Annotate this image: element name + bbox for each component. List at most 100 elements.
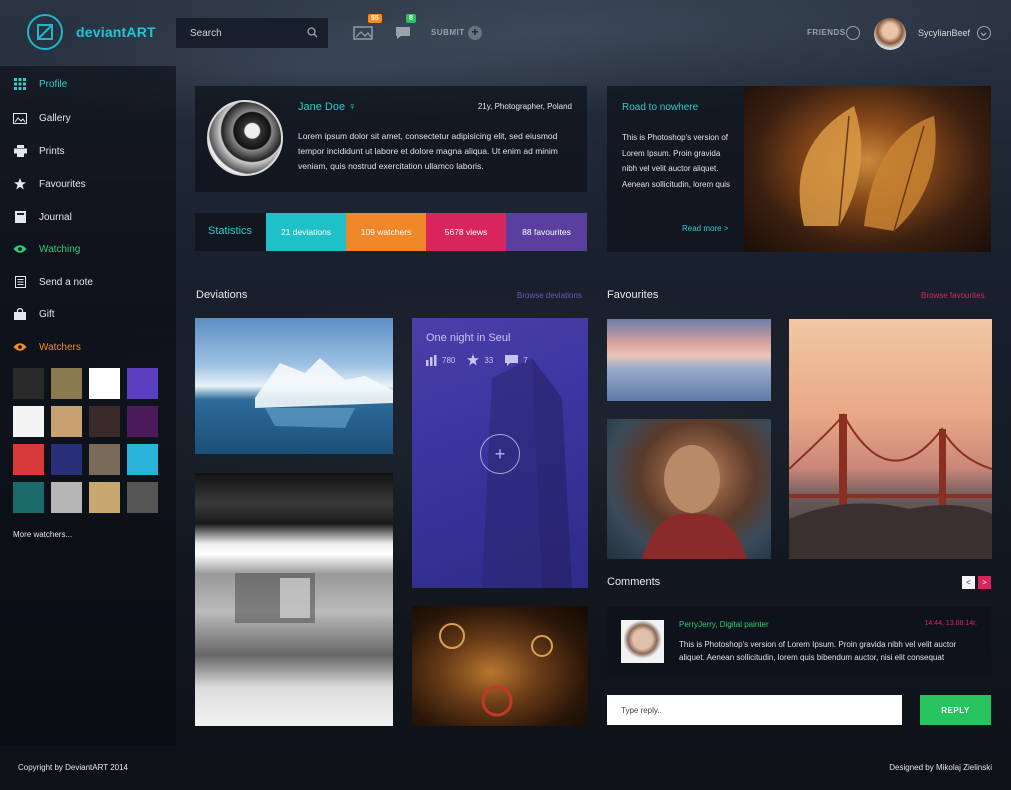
sunset-sea-image[interactable] [607, 319, 771, 401]
image-icon [13, 111, 27, 125]
sidebar-item-label: Favourites [39, 178, 86, 190]
book-icon [13, 210, 27, 224]
golden-gate-image[interactable] [789, 319, 992, 559]
user-avatar[interactable] [874, 18, 906, 50]
watcher-avatar[interactable] [13, 368, 44, 399]
chevron-down-icon[interactable] [977, 26, 991, 40]
sidebar-item-watching[interactable]: Watching [0, 237, 176, 261]
grid-icon [13, 77, 27, 91]
watcher-avatar[interactable] [13, 482, 44, 513]
sidebar-item-prints[interactable]: Prints [0, 139, 176, 163]
sidebar-item-label: Gallery [39, 112, 71, 124]
engine-room-image[interactable] [412, 606, 588, 726]
stat-watchers[interactable]: 109 watchers [346, 213, 426, 251]
profile-card: Jane Doe ♀ 21y, Photographer, Poland Lor… [195, 86, 587, 192]
sidebar: Profile Gallery Prints Favourites Journa… [0, 66, 176, 746]
submit-link[interactable]: SUBMIT [431, 28, 465, 37]
browse-favourites-link[interactable]: Browse favourites [921, 291, 985, 300]
watcher-avatar[interactable] [127, 368, 158, 399]
brand-name[interactable]: deviantART [76, 24, 156, 40]
sidebar-item-journal[interactable]: Journal [0, 205, 176, 229]
messages-badge: 8 [406, 14, 416, 23]
gallery-notification-icon[interactable] [353, 26, 373, 40]
sidebar-item-label: Send a note [39, 276, 93, 288]
friends-link[interactable]: FRIENDS [807, 28, 846, 37]
stat-deviations[interactable]: 21 deviations [266, 213, 346, 251]
search-input[interactable] [190, 27, 305, 39]
watcher-avatar[interactable] [51, 444, 82, 475]
watcher-avatar[interactable] [127, 444, 158, 475]
eye-icon [13, 242, 27, 256]
comments-next-button[interactable]: > [978, 576, 991, 589]
watchers-grid [13, 368, 161, 513]
sidebar-item-label: Watching [39, 243, 81, 255]
star-icon [467, 354, 480, 366]
comment-author[interactable]: PerryJerry, Digital painter [679, 620, 769, 629]
comment-text: This is Photoshop's version of Lorem Ips… [679, 640, 957, 662]
featured-deviation-title: One night in Seul [426, 332, 511, 344]
statistics-bar: Statistics 21 deviations 109 watchers 56… [195, 213, 587, 251]
submit-plus-icon[interactable]: + [468, 26, 482, 40]
sidebar-item-profile[interactable]: Profile [0, 72, 176, 96]
username[interactable]: SycylianBeef [918, 28, 970, 38]
bag-icon [13, 307, 27, 321]
more-watchers-link[interactable]: More watchers... [13, 530, 72, 539]
watcher-avatar[interactable] [51, 368, 82, 399]
watcher-avatar[interactable] [51, 406, 82, 437]
watcher-avatar[interactable] [13, 406, 44, 437]
notifications-badge: 55 [368, 14, 382, 23]
watcher-avatar[interactable] [89, 444, 120, 475]
watcher-avatar[interactable] [127, 482, 158, 513]
friends-circle-icon[interactable] [846, 26, 860, 40]
read-more-link[interactable]: Read more > [682, 224, 728, 233]
sidebar-item-gallery[interactable]: Gallery [0, 106, 176, 130]
footer-designer: Designed by Mikolaj Zielinski [889, 763, 992, 772]
watcher-avatar[interactable] [89, 368, 120, 399]
comments-prev-button[interactable]: < [962, 576, 975, 589]
reply-input[interactable] [607, 695, 902, 725]
profile-name[interactable]: Jane Doe ♀ [298, 101, 356, 113]
top-header: deviantART 55 8 SUBMIT + FRIENDS Sycylia… [0, 0, 1011, 66]
portrait-image[interactable] [607, 419, 771, 559]
profile-meta: 21y, Photographer, Poland [477, 102, 572, 111]
featured-deviation-stats: 780 33 7 [426, 354, 540, 366]
comments-count: 7 [523, 355, 528, 365]
browse-deviations-link[interactable]: Browse deviations [517, 291, 582, 300]
sidebar-item-gift[interactable]: Gift [0, 302, 176, 326]
article-title[interactable]: Road to nowhere [622, 102, 698, 113]
sidebar-item-label: Prints [39, 145, 65, 157]
statistics-label: Statistics [208, 225, 253, 237]
stat-favourites[interactable]: 88 favourites [506, 213, 587, 251]
subway-image[interactable] [195, 473, 393, 726]
deviantart-logo-icon[interactable] [27, 14, 63, 50]
comment-icon [505, 354, 519, 366]
sidebar-item-favourites[interactable]: Favourites [0, 172, 176, 196]
profile-bio: Lorem ipsum dolor sit amet, consectetur … [298, 131, 558, 171]
search-box [176, 18, 328, 48]
sidebar-item-label: Profile [39, 78, 68, 90]
messages-icon[interactable] [395, 26, 411, 40]
watcher-avatar[interactable] [51, 482, 82, 513]
watcher-avatar[interactable] [89, 482, 120, 513]
sidebar-item-watchers[interactable]: Watchers [0, 335, 176, 359]
reply-button[interactable]: REPLY [920, 695, 991, 725]
eye-icon [13, 340, 27, 354]
sidebar-item-label: Gift [39, 308, 55, 320]
sidebar-item-send-note[interactable]: Send a note [0, 270, 176, 294]
watcher-avatar[interactable] [127, 406, 158, 437]
comment-avatar[interactable] [621, 620, 664, 663]
featured-article-card: Road to nowhere This is Photoshop's vers… [607, 86, 991, 252]
favourites-title: Favourites [607, 289, 659, 301]
zoom-plus-icon[interactable]: + [480, 434, 520, 474]
featured-deviation-card[interactable]: One night in Seul 780 33 7 + [412, 318, 588, 588]
profile-avatar[interactable] [207, 100, 283, 176]
sidebar-item-label: Watchers [39, 341, 81, 353]
watcher-avatar[interactable] [89, 406, 120, 437]
search-icon[interactable] [307, 27, 318, 38]
watcher-avatar[interactable] [13, 444, 44, 475]
iceberg-image[interactable] [195, 318, 393, 454]
leaf-image[interactable] [744, 86, 991, 252]
stat-views[interactable]: 5678 views [426, 213, 506, 251]
favs-count: 33 [484, 355, 494, 365]
comment-item: PerryJerry, Digital painter 14:44, 13.08… [607, 607, 991, 677]
